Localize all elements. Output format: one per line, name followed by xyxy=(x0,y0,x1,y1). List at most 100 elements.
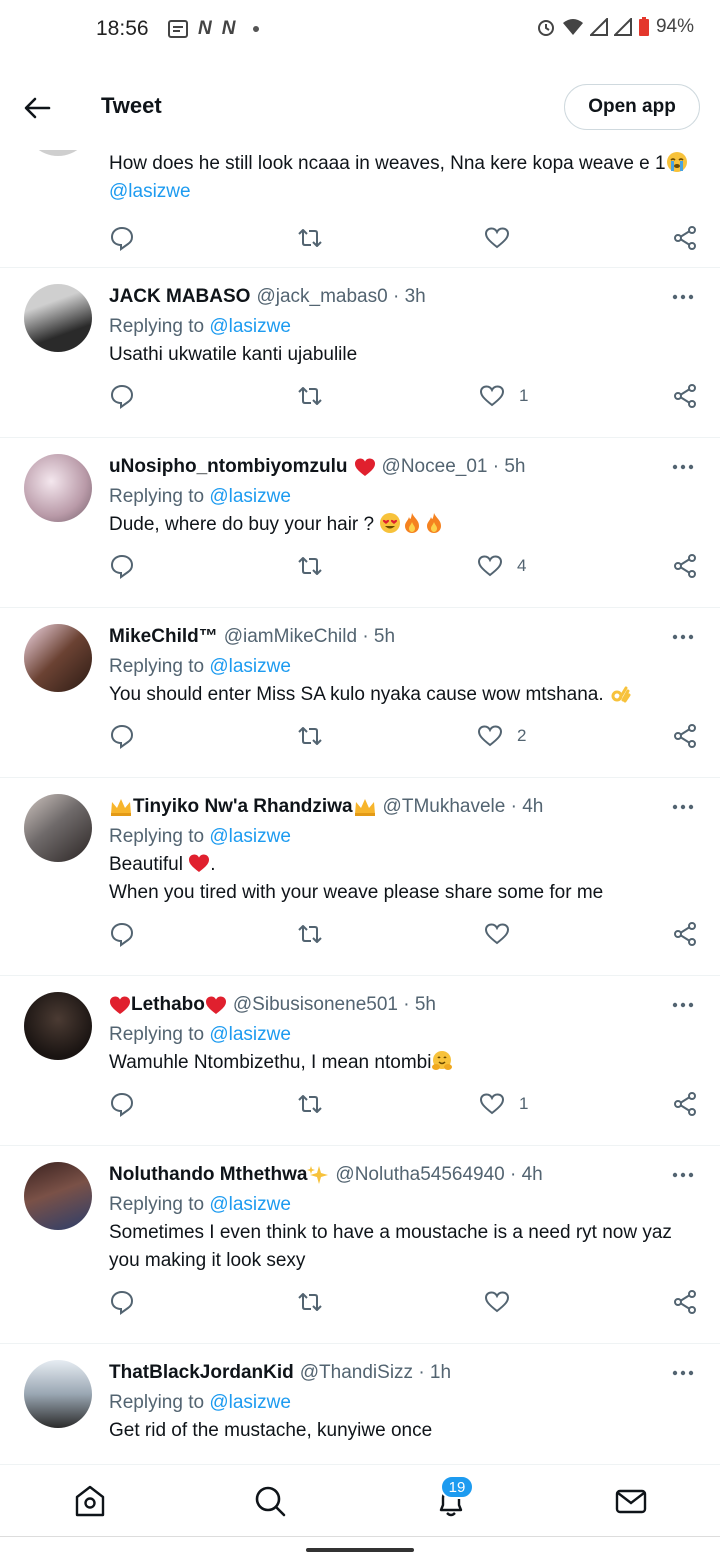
handle-time[interactable]: @Nolutha54564940 · 4h xyxy=(335,1164,542,1186)
share-icon xyxy=(674,554,696,578)
handle-time[interactable]: @Sibusisonene501 · 5h xyxy=(233,994,436,1016)
share-button[interactable] xyxy=(672,921,698,947)
signal-icon-2 xyxy=(613,18,632,36)
like-button[interactable]: 4 xyxy=(477,553,526,579)
handle-time[interactable]: @jack_mabas0 · 3h xyxy=(256,286,425,308)
crown-emoji-icon xyxy=(354,799,375,816)
handle-time[interactable]: @Nocee_01 · 5h xyxy=(382,456,526,478)
like-button[interactable] xyxy=(484,225,510,251)
more-options-icon[interactable] xyxy=(670,284,696,310)
reply-icon xyxy=(110,1290,134,1315)
tweet-partial[interactable]: How does he still look ncaaa in weaves, … xyxy=(0,150,720,268)
messages-mail-icon[interactable] xyxy=(613,1483,649,1519)
more-options-icon[interactable] xyxy=(670,1360,696,1386)
display-name[interactable]: Tinyiko Nw'a Rhandziwa xyxy=(133,796,353,818)
reply-icon xyxy=(110,1092,134,1117)
like-button[interactable]: 1 xyxy=(479,383,528,409)
handle-time[interactable]: @TMukhavele · 4h xyxy=(383,796,544,818)
retweet-button[interactable] xyxy=(297,723,323,749)
loudly-crying-emoji-icon xyxy=(666,152,687,172)
open-app-button[interactable]: Open app xyxy=(564,84,700,130)
retweet-icon xyxy=(298,1095,322,1113)
display-name[interactable]: ThatBlackJordanKid xyxy=(109,1362,294,1384)
avatar[interactable] xyxy=(24,1162,92,1230)
retweet-button[interactable] xyxy=(297,1091,323,1117)
alarm-icon xyxy=(537,20,554,36)
display-name[interactable]: Noluthando Mthethwa xyxy=(109,1164,307,1186)
avatar[interactable] xyxy=(24,794,92,862)
tweet-text: Sometimes I even think to have a moustac… xyxy=(109,1222,672,1271)
reply-button[interactable] xyxy=(109,1289,135,1315)
handle-time[interactable]: @iamMikeChild · 5h xyxy=(224,626,395,648)
reply-button[interactable] xyxy=(109,921,135,947)
more-options-icon[interactable] xyxy=(670,454,696,480)
share-button[interactable] xyxy=(672,383,698,409)
tweet[interactable]: JACK MABASO @jack_mabas0 · 3h Replying to… xyxy=(0,268,720,438)
avatar[interactable] xyxy=(24,150,92,156)
reply-button[interactable] xyxy=(109,1091,135,1117)
share-button[interactable] xyxy=(672,1289,698,1315)
share-button[interactable] xyxy=(672,225,698,251)
share-button[interactable] xyxy=(672,723,698,749)
like-button[interactable]: 2 xyxy=(477,723,526,749)
display-name[interactable]: JACK MABASO xyxy=(109,286,250,308)
tweet-body: Tinyiko Nw'a Rhandziwa @TMukhavele · 4h R… xyxy=(109,794,696,907)
avatar[interactable] xyxy=(24,284,92,352)
reply-button[interactable] xyxy=(109,553,135,579)
search-icon[interactable] xyxy=(252,1483,288,1519)
retweet-button[interactable] xyxy=(297,383,323,409)
mention-link[interactable]: @lasizwe xyxy=(109,181,191,202)
red-heart-emoji-icon xyxy=(354,458,375,476)
display-name[interactable]: uNosipho_ntombiyomzulu xyxy=(109,456,348,478)
tweet-header: uNosipho_ntombiyomzulu @Nocee_01 · 5h xyxy=(109,454,696,480)
reply-button[interactable] xyxy=(109,383,135,409)
retweet-button[interactable] xyxy=(297,1289,323,1315)
like-button[interactable] xyxy=(484,1289,510,1315)
display-name[interactable]: MikeChild™ xyxy=(109,626,218,648)
hugging-face-emoji-icon xyxy=(432,1051,453,1070)
avatar[interactable] xyxy=(24,992,92,1060)
tweet[interactable]: Lethabo @Sibusisonene501 · 5h Replying to… xyxy=(0,976,720,1146)
retweet-icon xyxy=(298,557,322,575)
battery-percent: 94% xyxy=(655,16,694,37)
retweet-icon xyxy=(298,387,322,405)
back-arrow-icon[interactable] xyxy=(22,93,52,123)
more-options-icon[interactable] xyxy=(670,794,696,820)
retweet-button[interactable] xyxy=(297,553,323,579)
more-options-icon[interactable] xyxy=(670,1162,696,1188)
home-gesture-bar[interactable] xyxy=(306,1548,414,1552)
reply-button[interactable] xyxy=(109,723,135,749)
netflix-icon: N xyxy=(198,18,212,39)
red-heart-emoji-icon xyxy=(205,996,226,1014)
avatar[interactable] xyxy=(24,624,92,692)
tweet-header: MikeChild™ @iamMikeChild · 5h xyxy=(109,624,696,650)
tweet[interactable]: Noluthando Mthethwa @Nolutha54564940 · 4h… xyxy=(0,1146,720,1344)
tweet[interactable]: uNosipho_ntombiyomzulu @Nocee_01 · 5h Rep… xyxy=(0,438,720,608)
netflix-icon-2: N xyxy=(221,18,236,39)
red-heart-emoji-icon xyxy=(189,854,210,872)
tweet-actions: 1 xyxy=(109,383,698,413)
more-options-icon[interactable] xyxy=(670,992,696,1018)
reply-feed[interactable]: How does he still look ncaaa in weaves, … xyxy=(0,150,720,1464)
like-button[interactable]: 1 xyxy=(479,1091,528,1117)
more-options-icon[interactable] xyxy=(670,624,696,650)
like-button[interactable] xyxy=(484,921,510,947)
reply-icon xyxy=(110,226,134,251)
share-button[interactable] xyxy=(672,553,698,579)
home-icon[interactable] xyxy=(72,1483,108,1519)
retweet-icon xyxy=(298,1293,322,1311)
signal-icon xyxy=(589,18,608,36)
display-name[interactable]: Lethabo xyxy=(131,994,205,1016)
retweet-button[interactable] xyxy=(297,921,323,947)
tweet[interactable]: ThatBlackJordanKid @ThandiSizz · 1h Reply… xyxy=(0,1344,720,1464)
like-count: 4 xyxy=(517,556,527,575)
avatar[interactable] xyxy=(24,454,92,522)
share-button[interactable] xyxy=(672,1091,698,1117)
retweet-button[interactable] xyxy=(297,225,323,251)
replying-to: Replying to @lasizwe xyxy=(109,656,291,677)
handle-time[interactable]: @ThandiSizz · 1h xyxy=(300,1362,451,1384)
avatar[interactable] xyxy=(24,1360,92,1428)
reply-button[interactable] xyxy=(109,225,135,251)
tweet[interactable]: Tinyiko Nw'a Rhandziwa @TMukhavele · 4h R… xyxy=(0,778,720,976)
tweet[interactable]: MikeChild™ @iamMikeChild · 5h Replying to… xyxy=(0,608,720,778)
